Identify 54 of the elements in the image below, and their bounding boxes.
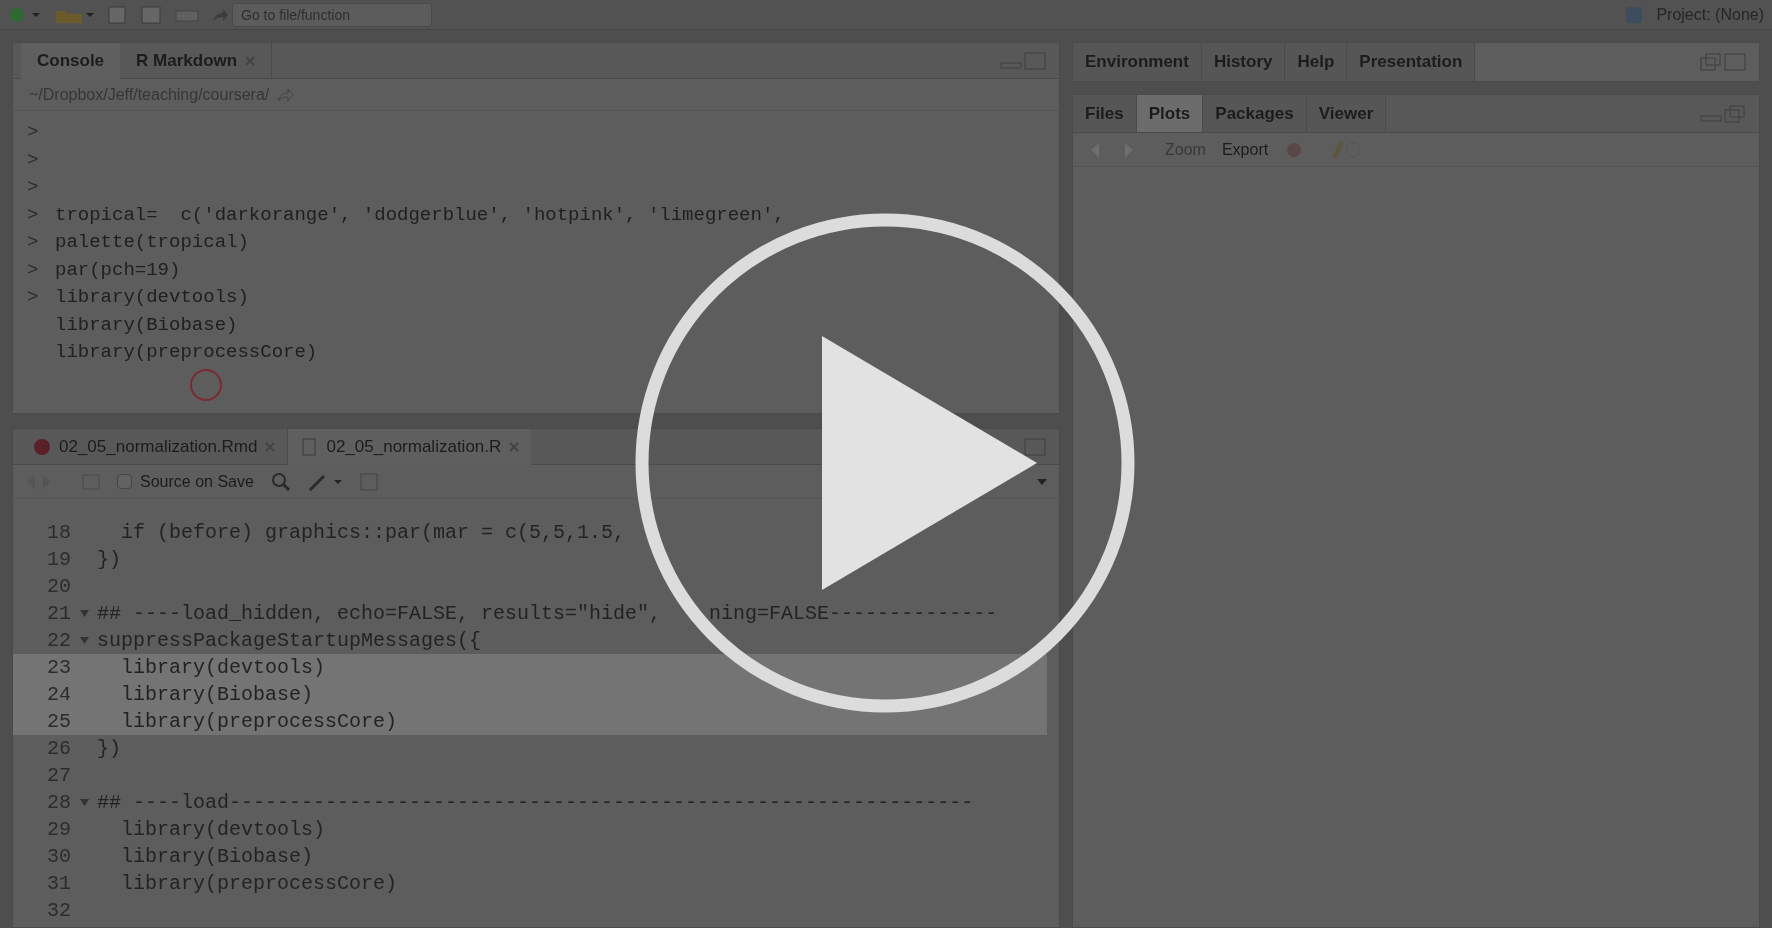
prompt: > bbox=[27, 230, 40, 255]
code-line: suppressPackageStartupMessages({ bbox=[97, 628, 482, 654]
save-all-icon[interactable] bbox=[140, 4, 162, 25]
checkbox[interactable] bbox=[117, 474, 132, 489]
prompt: > bbox=[27, 147, 40, 173]
export-button[interactable]: Export bbox=[1221, 137, 1269, 162]
tab[interactable]: History bbox=[1201, 43, 1286, 81]
console-line: library(devtools) bbox=[55, 285, 249, 310]
console-line: tropical= c('darkorange', 'dodgerblue', 'hotpink', 'limegreen', bbox=[55, 202, 785, 228]
line-number: 24 bbox=[46, 682, 71, 708]
tab[interactable]: R Markdown bbox=[120, 42, 273, 79]
code-line: }) bbox=[97, 736, 121, 762]
console-line: library(preprocessCore) bbox=[55, 340, 318, 365]
restore-icon[interactable] bbox=[1699, 52, 1723, 72]
console-line: library(Biobase) bbox=[55, 312, 238, 338]
code-line: ## ----load_hidden, echo=FALSE, results="hide", bbox=[97, 601, 662, 627]
close-icon[interactable] bbox=[509, 441, 520, 452]
tab[interactable]: 02_05_normalization.R bbox=[288, 429, 532, 465]
caret-icon[interactable] bbox=[1037, 477, 1047, 486]
code-line: library(preprocessCore) bbox=[120, 871, 398, 897]
tab[interactable]: Plots bbox=[1136, 95, 1204, 132]
tab[interactable]: Presentation bbox=[1347, 43, 1476, 81]
line-number: 23 bbox=[46, 655, 71, 681]
console-line: par(pch=19) bbox=[55, 257, 181, 283]
document-icon bbox=[300, 437, 319, 456]
checkbox-label: Source on Save bbox=[140, 471, 254, 492]
code-line: }) bbox=[97, 547, 121, 573]
tab[interactable]: Help bbox=[1285, 43, 1348, 81]
code-line: library(preprocessCore) bbox=[120, 709, 398, 735]
code-line: library(Biobase) bbox=[120, 844, 314, 870]
prompt: > bbox=[27, 202, 40, 228]
maximize-icon[interactable] bbox=[1723, 52, 1747, 72]
fold-icon[interactable] bbox=[79, 610, 89, 617]
code-line: library(devtools) bbox=[120, 817, 326, 843]
console-line: palette(tropical) bbox=[55, 230, 249, 255]
line-number: 25 bbox=[46, 709, 71, 735]
prompt: > bbox=[27, 257, 40, 283]
tab[interactable]: Environment bbox=[1073, 43, 1202, 81]
arrow-icon[interactable] bbox=[277, 87, 296, 102]
code-line: if (before) graphics::par(mar = c(5,5,1.5, bbox=[120, 520, 626, 546]
search-icon[interactable] bbox=[269, 471, 292, 492]
code-line: library(devtools) bbox=[120, 655, 326, 681]
prompt: > bbox=[27, 285, 40, 310]
prompt: > bbox=[27, 175, 40, 200]
prompt: > bbox=[27, 120, 40, 145]
fold-icon[interactable] bbox=[79, 799, 89, 806]
save-icon[interactable] bbox=[106, 4, 128, 25]
fold-icon[interactable] bbox=[79, 637, 89, 644]
code-line: library(Biobase) bbox=[120, 682, 314, 708]
code-line: ning=FALSE-------------- bbox=[709, 601, 998, 627]
click-indicator-icon bbox=[189, 368, 223, 402]
maximize-icon[interactable] bbox=[1023, 436, 1047, 457]
code-line: ## ----load-------------------------------------------------------------- bbox=[97, 790, 974, 816]
tab[interactable]: Console bbox=[21, 42, 121, 79]
